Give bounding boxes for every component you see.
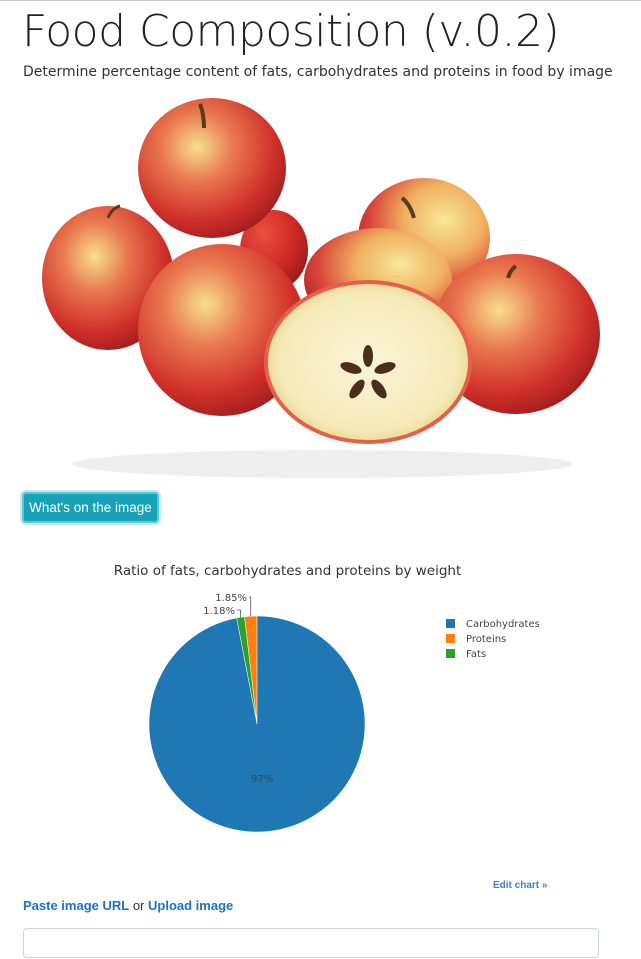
- image-url-input[interactable]: [23, 928, 599, 958]
- pie-slice-carbohydrates: [148, 615, 366, 833]
- pie-label-carbohydrates: 97%: [251, 774, 273, 785]
- pie-leader-proteins: [249, 596, 252, 617]
- legend-label-carbohydrates: Carbohydrates: [466, 619, 540, 630]
- paste-url-link[interactable]: Paste image URL: [23, 898, 129, 913]
- or-text: or: [129, 898, 148, 913]
- legend-label-proteins: Proteins: [466, 634, 506, 645]
- pie-chart-canvas: 97% 1.85% 1.18% Carbohydrates Proteins Fats: [148, 593, 540, 833]
- top-border: [0, 0, 641, 1]
- legend-label-fats: Fats: [466, 649, 486, 660]
- page-title: Food Composition (v.0.2): [22, 6, 560, 57]
- pie-label-fats: 1.18%: [203, 606, 235, 617]
- page-subtitle: Determine percentage content of fats, ca…: [23, 64, 613, 80]
- pie-leader-fats: [237, 609, 241, 618]
- legend-swatch-proteins: [446, 634, 455, 643]
- edit-chart-link[interactable]: Edit chart »: [493, 880, 547, 891]
- legend-swatch-carbohydrates: [446, 619, 455, 628]
- image-source-line: Paste image URL or Upload image: [23, 898, 233, 913]
- legend-swatch-fats: [446, 649, 455, 658]
- pie-label-proteins: 1.85%: [215, 593, 247, 604]
- whats-on-image-button[interactable]: What's on the image: [22, 492, 159, 523]
- food-image: [22, 92, 600, 484]
- upload-image-link[interactable]: Upload image: [148, 898, 233, 913]
- pie-chart: Ratio of fats, carbohydrates and protein…: [0, 550, 641, 895]
